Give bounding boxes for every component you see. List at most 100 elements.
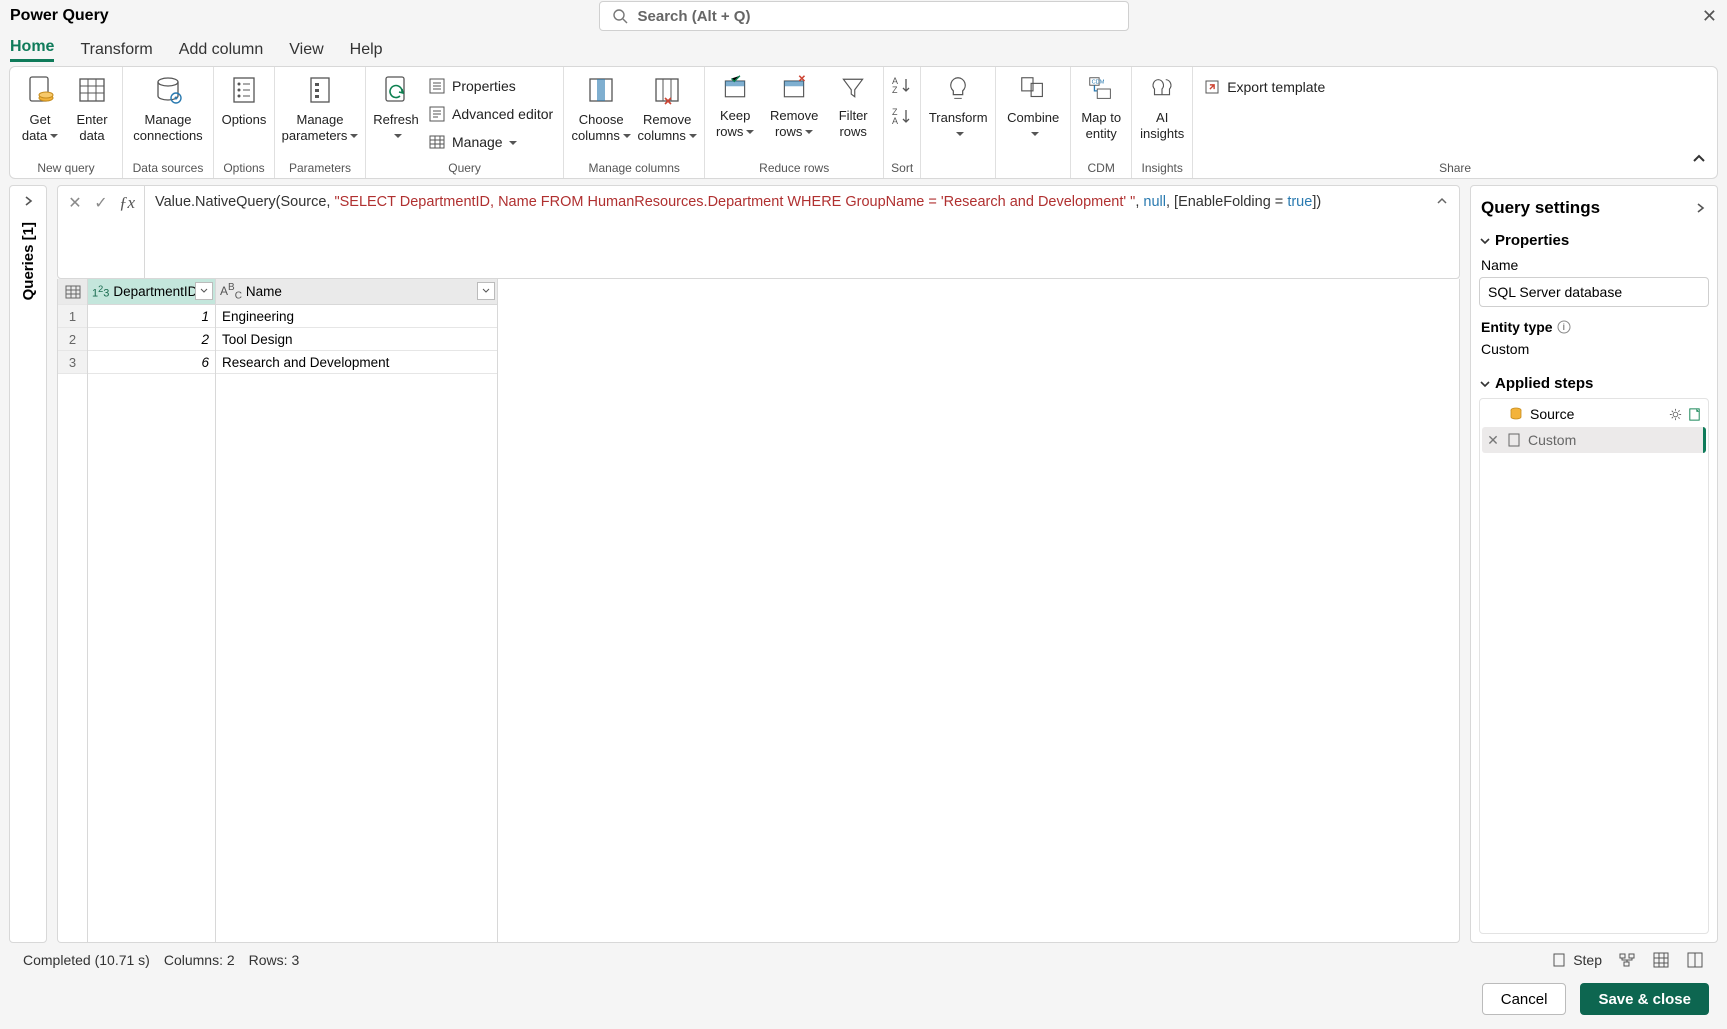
properties-button[interactable]: Properties bbox=[424, 73, 557, 99]
properties-icon bbox=[428, 77, 446, 95]
enter-data-button[interactable]: Enter data bbox=[68, 71, 116, 159]
ribbon-group-datasources: Manage connections Data sources bbox=[123, 67, 214, 178]
refresh-button[interactable]: Refresh bbox=[372, 71, 420, 159]
export-template-button[interactable]: Export template bbox=[1199, 71, 1329, 97]
formula-bar: ✕ ✓ ƒx Value.NativeQuery(Source, "SELECT… bbox=[57, 185, 1460, 279]
applied-steps-header[interactable]: Applied steps bbox=[1479, 375, 1709, 392]
status-bar: Completed (10.71 s) Columns: 2 Rows: 3 S… bbox=[9, 947, 1718, 973]
column-filter-button[interactable] bbox=[195, 282, 213, 300]
ribbon-group-options: Options Options bbox=[214, 67, 275, 178]
search-placeholder: Search (Alt + Q) bbox=[638, 8, 751, 25]
properties-section-header[interactable]: Properties bbox=[1479, 232, 1709, 249]
cell[interactable]: 6 bbox=[88, 351, 215, 374]
grid-view-icon[interactable] bbox=[1652, 951, 1670, 969]
combine-button[interactable]: Combine bbox=[1002, 71, 1064, 159]
chevron-right-icon[interactable] bbox=[1693, 201, 1707, 215]
cell[interactable]: 2 bbox=[88, 328, 215, 351]
manage-button[interactable]: Manage bbox=[424, 129, 557, 155]
remove-rows-button[interactable]: Remove rows bbox=[763, 71, 825, 159]
step-custom[interactable]: ✕ Custom bbox=[1482, 427, 1706, 453]
row-number[interactable]: 3 bbox=[58, 351, 87, 374]
column-header-departmentid[interactable]: 123 DepartmentID bbox=[88, 279, 215, 305]
advanced-editor-button[interactable]: Advanced editor bbox=[424, 101, 557, 127]
advanced-editor-icon bbox=[428, 105, 446, 123]
sort-asc-icon: AZ bbox=[890, 75, 914, 95]
cell[interactable]: 1 bbox=[88, 305, 215, 328]
choose-columns-button[interactable]: Choose columns bbox=[570, 71, 632, 159]
app-title: Power Query bbox=[10, 7, 109, 25]
sort-asc-button[interactable]: AZ bbox=[890, 75, 914, 100]
tab-addcolumn[interactable]: Add column bbox=[179, 41, 264, 62]
chevron-up-icon bbox=[1691, 151, 1707, 167]
tab-help[interactable]: Help bbox=[350, 41, 383, 62]
map-to-entity-button[interactable]: CDM Map to entity bbox=[1077, 71, 1125, 159]
chevron-up-icon bbox=[1435, 194, 1449, 208]
formula-collapse-button[interactable] bbox=[1435, 194, 1449, 216]
delete-step-icon[interactable]: ✕ bbox=[1486, 432, 1500, 449]
save-close-button[interactable]: Save & close bbox=[1580, 983, 1709, 1015]
ribbon-group-cdm: CDM Map to entity CDM bbox=[1071, 67, 1132, 178]
ribbon-group-reducerows: Keep rows Remove rows Filter rows Reduce… bbox=[705, 67, 884, 178]
group-label-reducerows: Reduce rows bbox=[759, 159, 829, 178]
ribbon-collapse-button[interactable] bbox=[1691, 151, 1707, 172]
cancel-button[interactable]: Cancel bbox=[1482, 983, 1567, 1015]
native-query-icon bbox=[1506, 432, 1522, 448]
tab-transform[interactable]: Transform bbox=[80, 41, 152, 62]
query-settings-panel: Query settings Properties Name Entity ty… bbox=[1470, 185, 1718, 943]
filter-rows-button[interactable]: Filter rows bbox=[829, 71, 877, 159]
table-corner-icon[interactable] bbox=[58, 279, 87, 305]
formula-cancel-button[interactable]: ✕ bbox=[64, 192, 86, 214]
search-input[interactable]: Search (Alt + Q) bbox=[599, 1, 1129, 31]
cell[interactable]: Tool Design bbox=[216, 328, 497, 351]
step-source[interactable]: Source bbox=[1482, 401, 1706, 427]
svg-text:CDM: CDM bbox=[1092, 79, 1105, 85]
filter-icon bbox=[839, 74, 867, 102]
step-icon bbox=[1551, 952, 1567, 968]
settings-title: Query settings bbox=[1481, 198, 1600, 218]
row-number[interactable]: 1 bbox=[58, 305, 87, 328]
number-type-icon: 123 bbox=[92, 284, 109, 300]
gear-icon[interactable] bbox=[1668, 407, 1683, 422]
queries-panel[interactable]: Queries [1] bbox=[9, 185, 47, 943]
split-view-icon[interactable] bbox=[1686, 951, 1704, 969]
ai-insights-button[interactable]: AI insights bbox=[1138, 71, 1186, 159]
ribbon-group-share: Export template Share bbox=[1193, 67, 1717, 178]
column-filter-button[interactable] bbox=[477, 282, 495, 300]
svg-text:Z: Z bbox=[892, 85, 898, 95]
info-icon[interactable]: i bbox=[1557, 320, 1571, 334]
ribbon-group-combine: Combine bbox=[996, 67, 1071, 178]
tab-view[interactable]: View bbox=[289, 41, 323, 62]
close-button[interactable]: ✕ bbox=[1702, 6, 1717, 27]
cell[interactable]: Engineering bbox=[216, 305, 497, 328]
step-button[interactable]: Step bbox=[1551, 952, 1602, 968]
options-button[interactable]: Options bbox=[220, 71, 268, 159]
remove-columns-button[interactable]: Remove columns bbox=[636, 71, 698, 159]
column-name: ABC Name Engineering Tool Design Researc… bbox=[216, 279, 498, 942]
query-folding-icon[interactable] bbox=[1687, 407, 1702, 422]
manage-parameters-button[interactable]: Manage parameters bbox=[281, 71, 359, 159]
ribbon-group-transform: Transform bbox=[921, 67, 996, 178]
status-columns: Columns: 2 bbox=[164, 952, 235, 968]
tab-home[interactable]: Home bbox=[10, 38, 54, 62]
choose-columns-icon bbox=[585, 74, 617, 106]
column-header-name[interactable]: ABC Name bbox=[216, 279, 497, 305]
keep-rows-button[interactable]: Keep rows bbox=[711, 71, 759, 159]
database-icon bbox=[152, 74, 184, 106]
sort-desc-button[interactable]: ZA bbox=[890, 106, 914, 131]
manage-connections-button[interactable]: Manage connections bbox=[129, 71, 207, 159]
cell[interactable]: Research and Development bbox=[216, 351, 497, 374]
entity-type-label: Entity type i bbox=[1481, 319, 1709, 335]
group-label-sort: Sort bbox=[891, 159, 913, 178]
status-completed: Completed (10.71 s) bbox=[23, 952, 150, 968]
parameters-icon bbox=[304, 74, 336, 106]
query-name-input[interactable] bbox=[1479, 277, 1709, 307]
get-data-button[interactable]: Get data bbox=[16, 71, 64, 159]
formula-confirm-button[interactable]: ✓ bbox=[90, 192, 112, 214]
diagram-view-icon[interactable] bbox=[1618, 951, 1636, 969]
name-label: Name bbox=[1481, 257, 1709, 273]
row-number[interactable]: 2 bbox=[58, 328, 87, 351]
text-type-icon: ABC bbox=[220, 282, 242, 301]
group-label-share: Share bbox=[1439, 159, 1471, 178]
transform-button[interactable]: Transform bbox=[927, 71, 989, 159]
formula-input[interactable]: Value.NativeQuery(Source, "SELECT Depart… bbox=[144, 186, 1459, 278]
